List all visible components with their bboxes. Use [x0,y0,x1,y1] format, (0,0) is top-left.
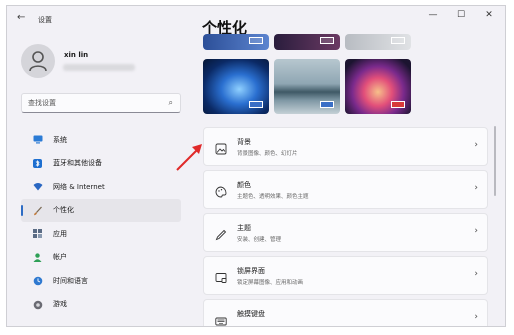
apps-icon [33,229,42,239]
back-button[interactable]: ← [17,12,25,23]
sidebar-item-label: 帐户 [53,253,67,262]
wallpaper-thumbnail[interactable] [203,34,269,50]
settings-window: ← 设置 — ☐ ✕ xin lin ⌕ 系统 蓝牙和其他设备 [6,5,506,327]
wallpaper-thumbnail[interactable] [345,34,411,50]
minimize-button[interactable]: — [425,10,441,20]
sidebar-item-time-language[interactable]: 时间和语言 [21,269,181,293]
wifi-icon [33,182,43,191]
scrollbar[interactable] [494,126,496,196]
brush-icon [33,206,42,215]
card-colors[interactable]: 颜色 主题色、透明效果、颜色主题 › [203,170,488,209]
card-title: 颜色 [237,181,251,189]
search-icon[interactable]: ⌕ [169,98,173,108]
sidebar-item-gaming[interactable]: 游戏 [21,293,181,317]
monitor-icon [33,135,43,144]
pen-icon [215,226,227,241]
theme-thumbnail-flow[interactable] [345,59,411,114]
avatar[interactable] [21,44,55,78]
gamepad-icon [33,300,43,310]
chevron-right-icon: › [474,226,478,236]
card-subtitle: 主题色、透明效果、颜色主题 [237,194,309,200]
card-title: 锁屏界面 [237,267,265,275]
sidebar-item-label: 网络 & Internet [53,182,105,191]
card-title: 主题 [237,224,251,232]
card-background[interactable]: 背景 背景图像、颜色、幻灯片 › [203,127,488,166]
sidebar-item-personalization[interactable]: 个性化 [21,198,181,222]
lock-screen-icon [215,269,227,283]
card-touch-keyboard[interactable]: 触摸键盘 › [203,299,488,326]
person-icon [29,51,47,72]
card-subtitle: 背景图像、颜色、幻灯片 [237,151,298,157]
sidebar-item-label: 应用 [53,229,67,238]
sidebar-item-system[interactable]: 系统 [21,128,181,152]
clock-globe-icon [33,276,43,286]
chevron-right-icon: › [474,269,478,279]
person-icon [33,253,42,262]
card-title: 触摸键盘 [237,310,265,318]
close-button[interactable]: ✕ [481,10,497,20]
theme-thumbnail-lake[interactable] [274,59,340,114]
chevron-right-icon: › [474,312,478,322]
sidebar-item-network[interactable]: 网络 & Internet [21,175,181,199]
wallpaper-thumbnail[interactable] [274,34,340,50]
card-title: 背景 [237,138,251,146]
keyboard-icon [215,312,227,326]
sidebar-item-label: 蓝牙和其他设备 [53,159,102,168]
search-box[interactable]: ⌕ [21,93,181,113]
sidebar-item-bluetooth[interactable]: 蓝牙和其他设备 [21,152,181,176]
chevron-right-icon: › [474,140,478,150]
title-bar: ← 设置 — ☐ ✕ [7,6,505,32]
image-icon [215,140,227,155]
maximize-button[interactable]: ☐ [453,10,469,20]
card-subtitle: 安装、创建、管理 [237,237,282,243]
sidebar-item-label: 个性化 [53,206,74,215]
chevron-right-icon: › [474,183,478,193]
sidebar-item-label: 时间和语言 [53,276,88,285]
palette-icon [215,183,227,198]
sidebar-item-accounts[interactable]: 帐户 [21,246,181,270]
search-input[interactable] [28,96,158,110]
theme-thumbnail-bloom[interactable] [203,59,269,114]
card-themes[interactable]: 主题 安装、创建、管理 › [203,213,488,252]
bluetooth-icon [33,158,42,168]
sidebar-nav: 系统 蓝牙和其他设备 网络 & Internet 个性化 应用 帐户 时间和语言… [21,128,181,316]
sidebar-item-label: 系统 [53,135,67,144]
card-lock-screen[interactable]: 锁屏界面 锁定屏幕图像、应用和动画 › [203,256,488,295]
sidebar-item-apps[interactable]: 应用 [21,222,181,246]
sidebar-item-label: 游戏 [53,300,67,309]
user-name: xin lin [64,51,89,59]
annotation-arrow [176,144,202,171]
app-title: 设置 [38,16,52,24]
card-subtitle: 锁定屏幕图像、应用和动画 [237,280,304,286]
email-redacted [63,64,135,71]
